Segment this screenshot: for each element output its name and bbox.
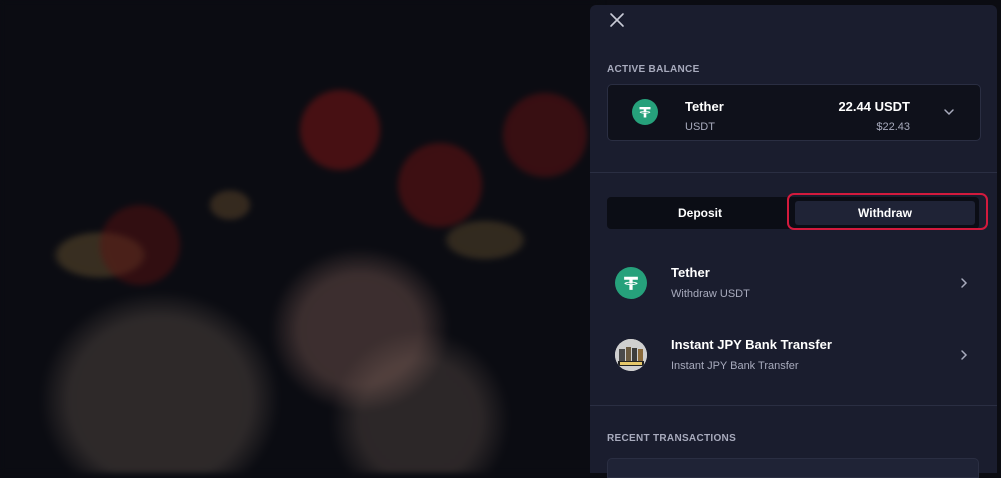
balance-usd-value: $22.43 bbox=[876, 121, 910, 133]
tab-deposit[interactable]: Deposit bbox=[607, 197, 793, 229]
withdraw-method-jpy-bank-transfer[interactable]: Instant JPY Bank Transfer Instant JPY Ba… bbox=[590, 327, 997, 387]
chevron-right-icon bbox=[961, 350, 968, 360]
active-balance-label: ACTIVE BALANCE bbox=[607, 64, 700, 75]
recent-transactions-label: RECENT TRANSACTIONS bbox=[607, 433, 737, 444]
tether-icon bbox=[615, 267, 647, 299]
bank-transfer-logo bbox=[615, 339, 647, 371]
withdraw-tab-highlight bbox=[787, 193, 988, 230]
divider bbox=[590, 172, 997, 173]
divider bbox=[590, 405, 997, 406]
blurred-background bbox=[0, 0, 600, 473]
balance-selector[interactable]: Tether USDT 22.44 USDT $22.43 bbox=[607, 84, 981, 141]
recent-transactions-list bbox=[607, 458, 979, 478]
balance-amount: 22.44 USDT bbox=[838, 99, 910, 114]
tether-icon bbox=[632, 99, 658, 125]
balance-currency-code: USDT bbox=[685, 121, 715, 133]
wallet-panel: ACTIVE BALANCE Tether USDT 22.44 USDT $2… bbox=[590, 5, 997, 478]
method-subtitle: Withdraw USDT bbox=[671, 288, 750, 300]
method-title: Instant JPY Bank Transfer bbox=[671, 337, 832, 352]
withdraw-method-tether[interactable]: Tether Withdraw USDT bbox=[590, 255, 997, 315]
chevron-down-icon bbox=[944, 109, 954, 116]
close-icon bbox=[610, 13, 624, 27]
method-subtitle: Instant JPY Bank Transfer bbox=[671, 360, 799, 372]
chevron-right-icon bbox=[961, 278, 968, 288]
method-title: Tether bbox=[671, 265, 710, 280]
balance-currency-name: Tether bbox=[685, 99, 724, 114]
close-button[interactable] bbox=[608, 11, 626, 29]
